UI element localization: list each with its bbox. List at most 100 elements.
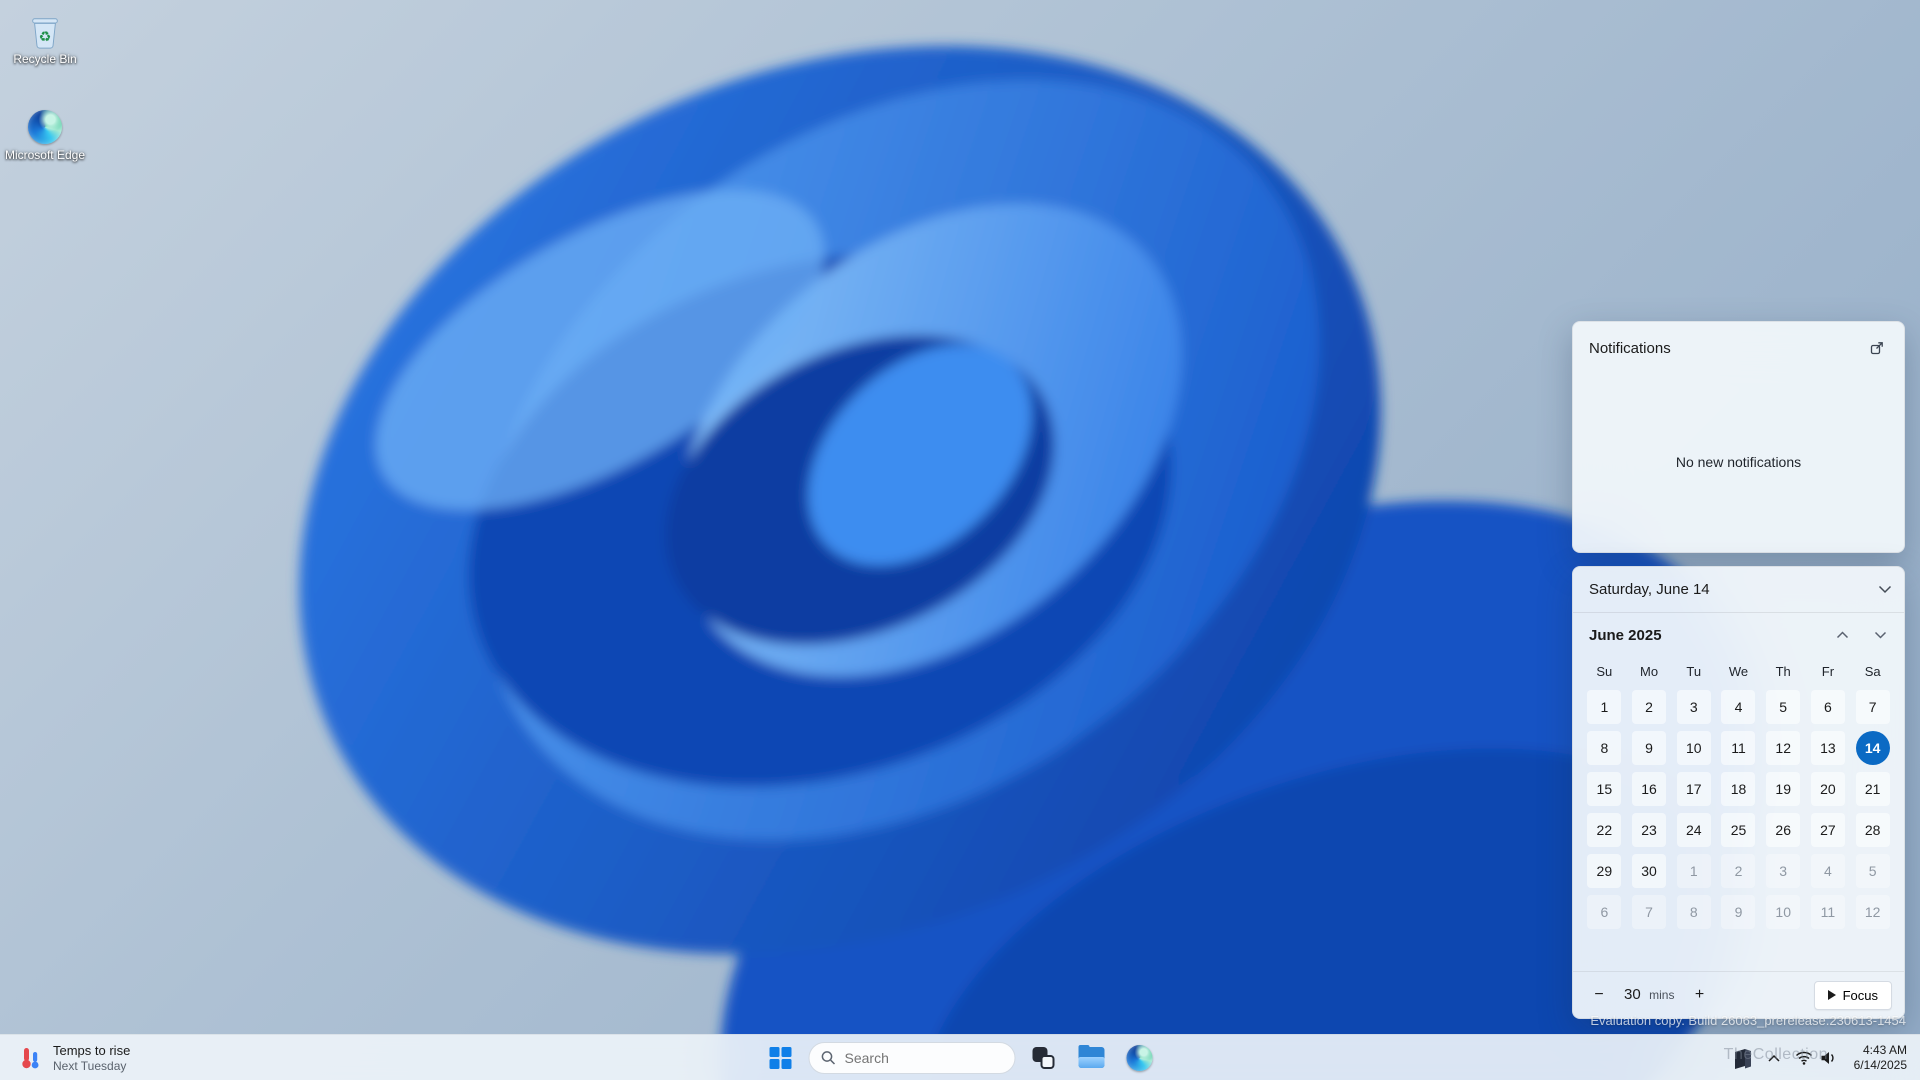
notifications-expand-icon[interactable]	[1864, 335, 1890, 361]
tray-time: 4:43 AM	[1862, 1042, 1907, 1057]
calendar-day[interactable]: 30	[1632, 854, 1667, 888]
focus-plus-button[interactable]: +	[1687, 983, 1711, 1007]
calendar-day[interactable]: 10	[1676, 731, 1711, 765]
widget-headline: Temps to rise	[53, 1042, 131, 1058]
calendar-next-month-icon[interactable]	[1866, 621, 1894, 649]
tray-clock[interactable]: 4:43 AM 6/14/2025	[1845, 1043, 1916, 1073]
search-input[interactable]	[844, 1049, 1026, 1066]
calendar-month-label: June 2025	[1589, 626, 1662, 644]
calendar-day[interactable]: 21	[1855, 772, 1890, 806]
calendar-day[interactable]: 15	[1587, 772, 1622, 806]
calendar-day[interactable]: 11	[1810, 895, 1845, 929]
file-explorer-button[interactable]	[1072, 1038, 1112, 1078]
calendar-day[interactable]: 2	[1721, 854, 1756, 888]
calendar-date-header[interactable]: Saturday, June 14	[1573, 567, 1904, 613]
widget-subtext: Next Tuesday	[53, 1058, 127, 1073]
calendar-dow: Fr	[1821, 664, 1835, 679]
calendar-day[interactable]: 12	[1766, 731, 1801, 765]
calendar-day[interactable]: 8	[1676, 895, 1711, 929]
edge-taskbar-button[interactable]	[1120, 1038, 1160, 1078]
calendar-day[interactable]: 20	[1810, 772, 1845, 806]
desktop: ♻ Recycle Bin Microsoft Edge Notificatio…	[0, 0, 1920, 1080]
play-icon	[1827, 990, 1836, 1000]
chevron-down-icon[interactable]	[1878, 585, 1892, 594]
calendar-day[interactable]: 29	[1587, 854, 1622, 888]
calendar-day[interactable]: 3	[1766, 854, 1801, 888]
task-view-button[interactable]	[1024, 1038, 1064, 1078]
calendar-day[interactable]: 22	[1587, 813, 1622, 847]
calendar-day[interactable]: 1	[1587, 690, 1622, 724]
calendar-day[interactable]: 27	[1810, 813, 1845, 847]
calendar-day[interactable]: 12	[1855, 895, 1890, 929]
focus-button-label: Focus	[1842, 987, 1878, 1003]
calendar-day[interactable]: 9	[1721, 895, 1756, 929]
calendar-day[interactable]: 19	[1766, 772, 1801, 806]
calendar-day[interactable]: 2	[1632, 690, 1667, 724]
desktop-icon-edge[interactable]: Microsoft Edge	[2, 108, 88, 162]
calendar-day[interactable]: 23	[1632, 813, 1667, 847]
desktop-icon-recycle-bin[interactable]: ♻ Recycle Bin	[2, 12, 88, 66]
calendar-day[interactable]: 1	[1676, 854, 1711, 888]
calendar-day[interactable]: 18	[1721, 772, 1756, 806]
calendar-day[interactable]: 4	[1810, 854, 1845, 888]
calendar-prev-month-icon[interactable]	[1828, 621, 1856, 649]
calendar-dow: We	[1728, 664, 1749, 679]
calendar-day[interactable]: 3	[1676, 690, 1711, 724]
calendar-day[interactable]: 17	[1676, 772, 1711, 806]
desktop-icon-label: Microsoft Edge	[4, 148, 86, 162]
calendar-grid: Su Mo Tu We Th Fr Sa 1 2 3 4 5 6 7 8 9 10 11 12 13 14 15 16 17 1…	[1573, 657, 1904, 933]
calendar-day[interactable]: 7	[1855, 690, 1890, 724]
calendar-dow: Mo	[1640, 664, 1659, 679]
notifications-title: Notifications	[1589, 339, 1671, 357]
calendar-date-label: Saturday, June 14	[1589, 581, 1710, 598]
calendar-day[interactable]: 6	[1810, 690, 1845, 724]
calendar-day[interactable]: 11	[1721, 731, 1756, 765]
no-notifications-message: No new notifications	[1675, 454, 1802, 470]
calendar-day[interactable]: 5	[1766, 690, 1801, 724]
calendar-day[interactable]: 13	[1810, 731, 1845, 765]
widgets-button[interactable]: Temps to rise Next Tuesday	[8, 1038, 140, 1077]
taskbar: Temps to rise Next Tuesday Search 4:43 A…	[0, 1034, 1920, 1080]
tray-date: 6/14/2025	[1853, 1057, 1907, 1072]
calendar-day[interactable]: 28	[1855, 813, 1890, 847]
taskbar-center	[761, 1038, 1160, 1077]
calendar-day[interactable]: 24	[1676, 813, 1711, 847]
desktop-icon-label: Recycle Bin	[13, 52, 77, 66]
thermometer-icon	[18, 1045, 44, 1071]
evaluation-watermark: Evaluation copy. Build 26063_prerelease.…	[1590, 1013, 1906, 1028]
recycle-bin-icon: ♻	[26, 12, 64, 50]
file-explorer-icon	[1078, 1045, 1105, 1068]
search-icon	[821, 1050, 837, 1066]
calendar-day[interactable]: 16	[1632, 772, 1667, 806]
notifications-panel: Notifications No new notifications	[1572, 321, 1905, 553]
calendar-day[interactable]: 10	[1766, 895, 1801, 929]
edge-icon	[26, 108, 64, 146]
calendar-dow: Th	[1775, 664, 1791, 679]
calendar-day[interactable]: 4	[1721, 690, 1756, 724]
calendar-day[interactable]: 25	[1721, 813, 1756, 847]
calendar-panel: Saturday, June 14 June 2025 Su Mo Tu We Th Fr…	[1572, 566, 1905, 1019]
calendar-day[interactable]: 9	[1632, 731, 1667, 765]
task-view-icon	[1032, 1046, 1056, 1070]
source-watermark: TheCollection	[1723, 1046, 1828, 1063]
start-button[interactable]	[761, 1038, 801, 1078]
focus-session-bar: − 30 mins + Focus	[1573, 971, 1904, 1018]
focus-button[interactable]: Focus	[1813, 980, 1892, 1010]
calendar-day[interactable]: 5	[1855, 854, 1890, 888]
calendar-day-selected[interactable]: 14	[1855, 731, 1890, 765]
calendar-dow: Tu	[1686, 664, 1702, 679]
windows-logo-icon	[769, 1046, 792, 1069]
svg-text:♻: ♻	[39, 29, 52, 45]
focus-duration-stepper: − 30 mins +	[1587, 983, 1711, 1007]
calendar-day[interactable]: 8	[1587, 731, 1622, 765]
focus-minus-button[interactable]: −	[1587, 983, 1611, 1007]
calendar-dow: Su	[1596, 664, 1613, 679]
calendar-dow: Sa	[1864, 664, 1881, 679]
focus-duration-unit: mins	[1649, 988, 1675, 1002]
calendar-day[interactable]: 7	[1632, 895, 1667, 929]
edge-icon	[1126, 1044, 1153, 1071]
calendar-day[interactable]: 6	[1587, 895, 1622, 929]
focus-duration-value: 30	[1624, 986, 1641, 1003]
taskbar-search[interactable]	[808, 1041, 1026, 1074]
calendar-day[interactable]: 26	[1766, 813, 1801, 847]
